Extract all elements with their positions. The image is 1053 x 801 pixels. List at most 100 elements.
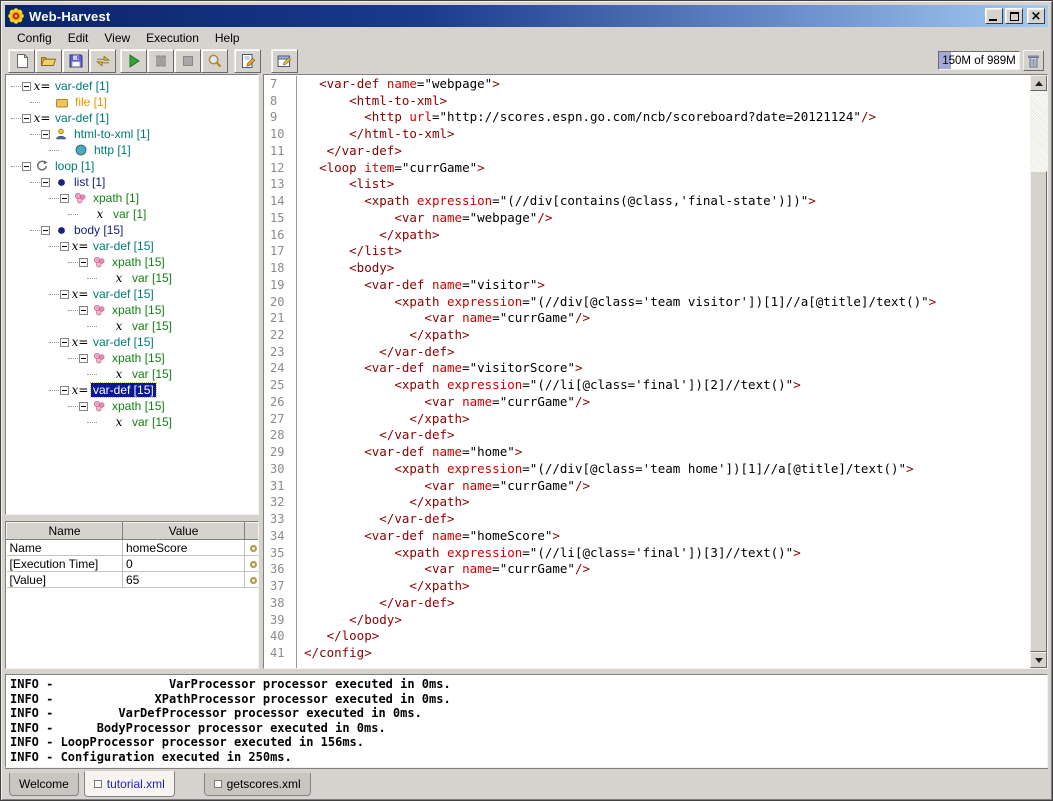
magnifier-icon[interactable] (250, 577, 257, 584)
garbage-collect-button[interactable] (1023, 50, 1044, 71)
tree-node[interactable]: xvar [15] (6, 414, 258, 430)
edit-button[interactable] (234, 49, 261, 73)
tree-node[interactable]: x=var-def [15] (6, 238, 258, 254)
menu-help[interactable]: Help (207, 29, 248, 47)
tree-node-label[interactable]: var [15] (130, 415, 174, 429)
tree-node[interactable]: xpath [15] (6, 398, 258, 414)
tree-node-label[interactable]: var [15] (130, 271, 174, 285)
tree-node-label[interactable]: var-def [1] (53, 79, 111, 93)
tree-node[interactable]: file [1] (6, 94, 258, 110)
tree-node[interactable]: list [1] (6, 174, 258, 190)
collapse-expander-icon[interactable] (22, 162, 31, 171)
code-line: </xpath> (304, 411, 1030, 428)
tree-node-label[interactable]: var [15] (130, 367, 174, 381)
tree-node[interactable]: x=var-def [1] (6, 78, 258, 94)
collapse-expander-icon[interactable] (41, 178, 50, 187)
table-row[interactable]: [Value]65 (7, 572, 260, 588)
tree-node-label[interactable]: xpath [15] (110, 303, 167, 317)
menu-view[interactable]: View (96, 29, 138, 47)
pause-button[interactable] (147, 49, 174, 73)
column-header-find[interactable] (245, 523, 260, 540)
tree-node[interactable]: x=var-def [1] (6, 110, 258, 126)
refresh-button[interactable] (89, 49, 116, 73)
tree-node-label[interactable]: file [1] (73, 95, 109, 109)
tree-node[interactable]: xpath [15] (6, 350, 258, 366)
tree-node-label[interactable]: var [1] (111, 207, 148, 221)
magnifier-icon[interactable] (250, 561, 257, 568)
collapse-expander-icon[interactable] (41, 130, 50, 139)
menu-config[interactable]: Config (9, 29, 60, 47)
menu-execution[interactable]: Execution (138, 29, 207, 47)
tree-node[interactable]: loop [1] (6, 158, 258, 174)
column-header-Value[interactable]: Value (123, 523, 245, 540)
open-button[interactable] (35, 49, 62, 73)
run-button[interactable] (120, 49, 147, 73)
column-header-Name[interactable]: Name (7, 523, 123, 540)
collapse-expander-icon[interactable] (60, 194, 69, 203)
collapse-expander-icon[interactable] (60, 338, 69, 347)
tab-welcome[interactable]: Welcome (9, 773, 79, 796)
tab-getscores-xml[interactable]: getscores.xml (204, 773, 311, 796)
tree-node-label[interactable]: var-def [15] (91, 335, 156, 349)
tree-node[interactable]: xpath [15] (6, 254, 258, 270)
tree-connector (11, 86, 21, 87)
tree-node-label[interactable]: http [1] (92, 143, 133, 157)
collapse-expander-icon[interactable] (22, 114, 31, 123)
tree-node[interactable]: xvar [15] (6, 270, 258, 286)
tree-node-label[interactable]: xpath [15] (110, 255, 167, 269)
tree-node-label[interactable]: var-def [1] (53, 111, 111, 125)
scroll-down-button[interactable] (1030, 652, 1047, 668)
table-row[interactable]: [Execution Time]0 (7, 556, 260, 572)
scrollbar-thumb[interactable] (1030, 171, 1047, 652)
collapse-expander-icon[interactable] (79, 354, 88, 363)
tree-node-label[interactable]: list [1] (72, 175, 107, 189)
tree-node-label[interactable]: var-def [15] (91, 383, 156, 397)
collapse-expander-icon[interactable] (22, 82, 31, 91)
save-button[interactable] (62, 49, 89, 73)
tree-node[interactable]: xpath [15] (6, 302, 258, 318)
magnifier-icon[interactable] (250, 545, 257, 552)
editor-scrollbar[interactable] (1030, 75, 1047, 668)
tree-node[interactable]: x=var-def [15] (6, 382, 258, 398)
tree-node[interactable]: x=var-def [15] (6, 286, 258, 302)
maximize-button[interactable] (1005, 8, 1023, 24)
stop-button[interactable] (174, 49, 201, 73)
tree-node-label[interactable]: html-to-xml [1] (72, 127, 152, 141)
close-button[interactable]: × (1027, 8, 1045, 24)
tree-node[interactable]: x=var-def [15] (6, 334, 258, 350)
tree-node[interactable]: html-to-xml [1] (6, 126, 258, 142)
tab-tutorial-xml[interactable]: tutorial.xml (84, 771, 175, 797)
new-button[interactable] (8, 49, 35, 73)
minimize-button[interactable] (985, 8, 1003, 24)
tree-node-label[interactable]: xpath [15] (110, 351, 167, 365)
tree-node-label[interactable]: var-def [15] (91, 287, 156, 301)
collapse-expander-icon[interactable] (60, 386, 69, 395)
table-row[interactable]: NamehomeScore (7, 540, 260, 556)
find-button[interactable] (201, 49, 228, 73)
code-area[interactable]: <var-def name="webpage"> <html-to-xml> <… (298, 76, 1030, 668)
tree-node-label[interactable]: xpath [1] (91, 191, 141, 205)
collapse-expander-icon[interactable] (79, 306, 88, 315)
collapse-expander-icon[interactable] (60, 290, 69, 299)
tree-node-label[interactable]: var-def [15] (91, 239, 156, 253)
tree-node-label[interactable]: loop [1] (53, 159, 96, 173)
tree-node[interactable]: http [1] (6, 142, 258, 158)
collapse-expander-icon[interactable] (79, 258, 88, 267)
tree-node[interactable]: xpath [1] (6, 190, 258, 206)
tree-node[interactable]: xvar [15] (6, 318, 258, 334)
menu-edit[interactable]: Edit (60, 29, 97, 47)
collapse-expander-icon[interactable] (60, 242, 69, 251)
tree-node-label[interactable]: xpath [15] (110, 399, 167, 413)
tree-node[interactable]: xvar [1] (6, 206, 258, 222)
scroll-up-button[interactable] (1030, 75, 1047, 91)
tree-node[interactable]: body [15] (6, 222, 258, 238)
properties-button[interactable] (271, 49, 298, 73)
config-tree[interactable]: x=var-def [1]file [1]x=var-def [1]html-t… (5, 74, 259, 515)
collapse-expander-icon[interactable] (79, 402, 88, 411)
tree-node-label[interactable]: body [15] (72, 223, 125, 237)
collapse-expander-icon[interactable] (41, 226, 50, 235)
xml-editor[interactable]: 7891011121314151617181920212223242526272… (263, 74, 1048, 669)
tree-node-label[interactable]: var [15] (130, 319, 174, 333)
tree-node[interactable]: xvar [15] (6, 366, 258, 382)
title-bar[interactable]: Web-Harvest × (5, 5, 1048, 27)
